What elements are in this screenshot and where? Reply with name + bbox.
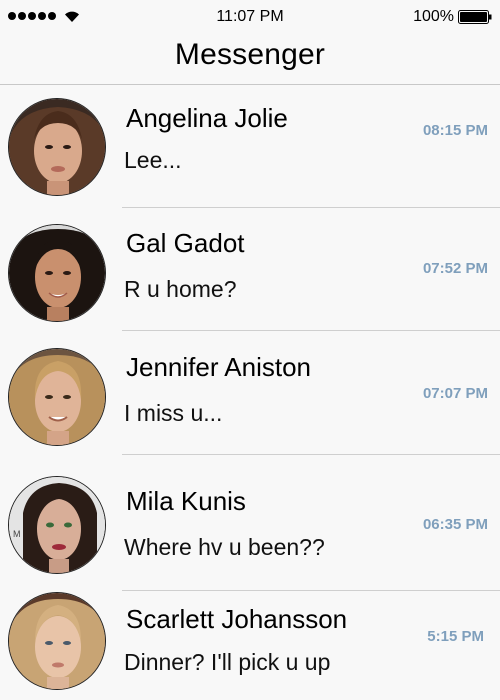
conversation-row-mila-kunis[interactable]: M Mila Kunis Where hv u been?? 06:35 PM [0, 468, 500, 591]
last-message: I miss u... [124, 400, 223, 426]
battery-full-icon [458, 10, 492, 24]
message-time: 07:07 PM [422, 385, 488, 402]
last-message: Dinner? I'll pick u up [124, 649, 331, 675]
contact-name: Gal Gadot [126, 228, 245, 258]
avatar[interactable] [8, 592, 106, 690]
conversation-list: Angelina Jolie Lee... 08:15 PM Gal Gadot… [0, 85, 500, 700]
last-message: R u home? [124, 276, 237, 302]
conversation-row-angelina-jolie[interactable]: Angelina Jolie Lee... 08:15 PM [0, 85, 500, 208]
messenger-screen: 11:07 PM 100% Messenger Angelina Jolie L… [0, 0, 500, 700]
page-title: Messenger [174, 38, 326, 71]
divider [122, 590, 500, 591]
divider [122, 454, 500, 455]
conversation-row-jennifer-aniston[interactable]: Jennifer Aniston I miss u... 07:07 PM [0, 332, 500, 455]
avatar[interactable] [8, 348, 106, 446]
status-bar: 11:07 PM 100% [0, 0, 500, 34]
avatar[interactable] [8, 224, 106, 322]
last-message: Where hv u been?? [124, 534, 325, 560]
svg-text:M: M [13, 529, 21, 539]
message-time: 06:35 PM [422, 516, 488, 533]
avatar[interactable]: M [8, 476, 106, 574]
battery-percent: 100% [413, 8, 454, 25]
message-time: 5:15 PM [427, 628, 484, 645]
avatar[interactable] [8, 98, 106, 196]
conversation-row-gal-gadot[interactable]: Gal Gadot R u home? 07:52 PM [0, 208, 500, 331]
conversation-row-scarlett-johansson[interactable]: Scarlett Johansson Dinner? I'll pick u u… [0, 592, 500, 700]
contact-name: Jennifer Aniston [126, 352, 312, 382]
nav-bar: Messenger [0, 34, 500, 85]
contact-name: Angelina Jolie [126, 103, 288, 133]
message-time: 07:52 PM [422, 260, 488, 277]
message-time: 08:15 PM [422, 122, 488, 139]
contact-name: Scarlett Johansson [126, 604, 348, 634]
divider [122, 330, 500, 331]
contact-name: Mila Kunis [126, 486, 246, 516]
last-message: Lee... [124, 147, 182, 173]
